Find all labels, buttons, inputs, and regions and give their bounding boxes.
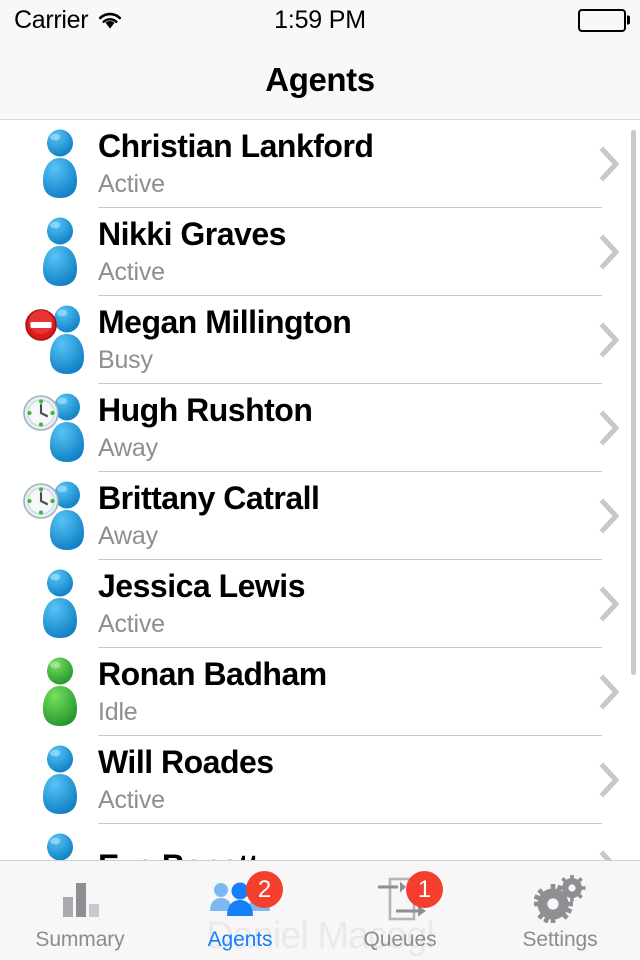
agent-row-body: Hugh Rushton Away bbox=[98, 384, 602, 472]
gears-icon bbox=[480, 873, 640, 925]
person-blue-icon bbox=[22, 125, 98, 203]
agent-row[interactable]: Brittany Catrall Away bbox=[0, 472, 640, 560]
navigation-bar: Agents bbox=[0, 40, 640, 120]
agent-name: Eva Benett bbox=[98, 848, 570, 860]
badge-agents: 2 bbox=[246, 871, 283, 908]
tab-bar: Daniel Macogl Summary 2 Agents 1 Queues … bbox=[0, 860, 640, 960]
agent-row-body: Megan Millington Busy bbox=[98, 296, 602, 384]
agent-row[interactable]: Will Roades Active bbox=[0, 736, 640, 824]
agent-name: Christian Lankford bbox=[98, 127, 374, 164]
agent-name: Hugh Rushton bbox=[98, 391, 313, 428]
agent-row[interactable]: Megan Millington Busy bbox=[0, 296, 640, 384]
agent-row-body: Eva Benett bbox=[98, 824, 580, 860]
agent-row-body: Will Roades Active bbox=[98, 736, 602, 824]
agent-name: Will Roades bbox=[98, 743, 274, 780]
person-blue-icon bbox=[22, 741, 98, 819]
tab-agents[interactable]: 2 Agents bbox=[160, 861, 320, 960]
tab-label-queues: Queues bbox=[363, 928, 437, 951]
agent-status: Active bbox=[98, 257, 165, 286]
agent-status: Idle bbox=[98, 697, 138, 726]
carrier-label: Carrier bbox=[14, 5, 89, 34]
page-title: Agents bbox=[265, 60, 375, 98]
person-green-icon bbox=[22, 653, 98, 731]
disclosure-chevron-icon[interactable] bbox=[580, 762, 640, 798]
agent-row[interactable]: Ronan Badham Idle bbox=[0, 648, 640, 736]
agent-status: Active bbox=[98, 785, 165, 814]
agent-name: Megan Millington bbox=[98, 303, 352, 340]
agent-row-body: Christian Lankford Active bbox=[98, 120, 602, 208]
agent-row[interactable]: Hugh Rushton Away bbox=[0, 384, 640, 472]
agent-status: Active bbox=[98, 169, 165, 198]
disclosure-chevron-icon[interactable] bbox=[580, 850, 640, 860]
wifi-icon bbox=[97, 10, 123, 30]
clock-label: 1:59 PM bbox=[274, 5, 366, 34]
agent-status: Busy bbox=[98, 345, 153, 374]
agent-row[interactable]: Jessica Lewis Active bbox=[0, 560, 640, 648]
agent-row[interactable]: Eva Benett bbox=[0, 824, 640, 860]
status-bar-left: Carrier bbox=[14, 6, 123, 35]
person-blue-icon bbox=[22, 829, 98, 860]
person-blue-icon bbox=[22, 213, 98, 291]
queue-flow-icon: 1 bbox=[320, 871, 480, 925]
agent-name: Jessica Lewis bbox=[98, 567, 305, 604]
agents-list: Christian Lankford Active Nikki Graves A… bbox=[0, 120, 640, 860]
agent-row-body: Jessica Lewis Active bbox=[98, 560, 602, 648]
agent-status: Away bbox=[98, 521, 158, 550]
status-bar: Carrier 1:59 PM bbox=[0, 0, 640, 40]
agents-list-scroll-area[interactable]: Christian Lankford Active Nikki Graves A… bbox=[0, 120, 640, 860]
person-away-icon bbox=[22, 389, 98, 467]
person-blue-icon bbox=[22, 565, 98, 643]
battery-full-icon bbox=[578, 8, 626, 32]
person-busy-icon bbox=[22, 301, 98, 379]
badge-queues: 1 bbox=[406, 871, 443, 908]
bar-chart-icon bbox=[0, 873, 160, 925]
agent-row-body: Brittany Catrall Away bbox=[98, 472, 602, 560]
app-root: Carrier 1:59 PM Agents Christian Lankfor… bbox=[0, 0, 640, 960]
agent-row-body: Ronan Badham Idle bbox=[98, 648, 602, 736]
agent-row[interactable]: Christian Lankford Active bbox=[0, 120, 640, 208]
tab-settings[interactable]: Settings bbox=[480, 861, 640, 960]
disclosure-chevron-icon[interactable] bbox=[580, 674, 640, 710]
agent-row[interactable]: Nikki Graves Active bbox=[0, 208, 640, 296]
tab-label-summary: Summary bbox=[35, 928, 125, 951]
agent-name: Nikki Graves bbox=[98, 215, 286, 252]
tab-label-agents: Agents bbox=[207, 928, 273, 951]
tab-label-settings: Settings bbox=[522, 928, 598, 951]
agent-row-body: Nikki Graves Active bbox=[98, 208, 602, 296]
tab-queues[interactable]: 1 Queues bbox=[320, 861, 480, 960]
people-icon: 2 bbox=[160, 871, 320, 925]
agent-status: Active bbox=[98, 609, 165, 638]
agent-name: Brittany Catrall bbox=[98, 479, 320, 516]
agent-name: Ronan Badham bbox=[98, 655, 327, 692]
vertical-scrollbar[interactable] bbox=[631, 130, 636, 675]
status-bar-right bbox=[578, 8, 626, 32]
tab-summary[interactable]: Summary bbox=[0, 861, 160, 960]
agent-status: Away bbox=[98, 433, 158, 462]
person-away-icon bbox=[22, 477, 98, 555]
